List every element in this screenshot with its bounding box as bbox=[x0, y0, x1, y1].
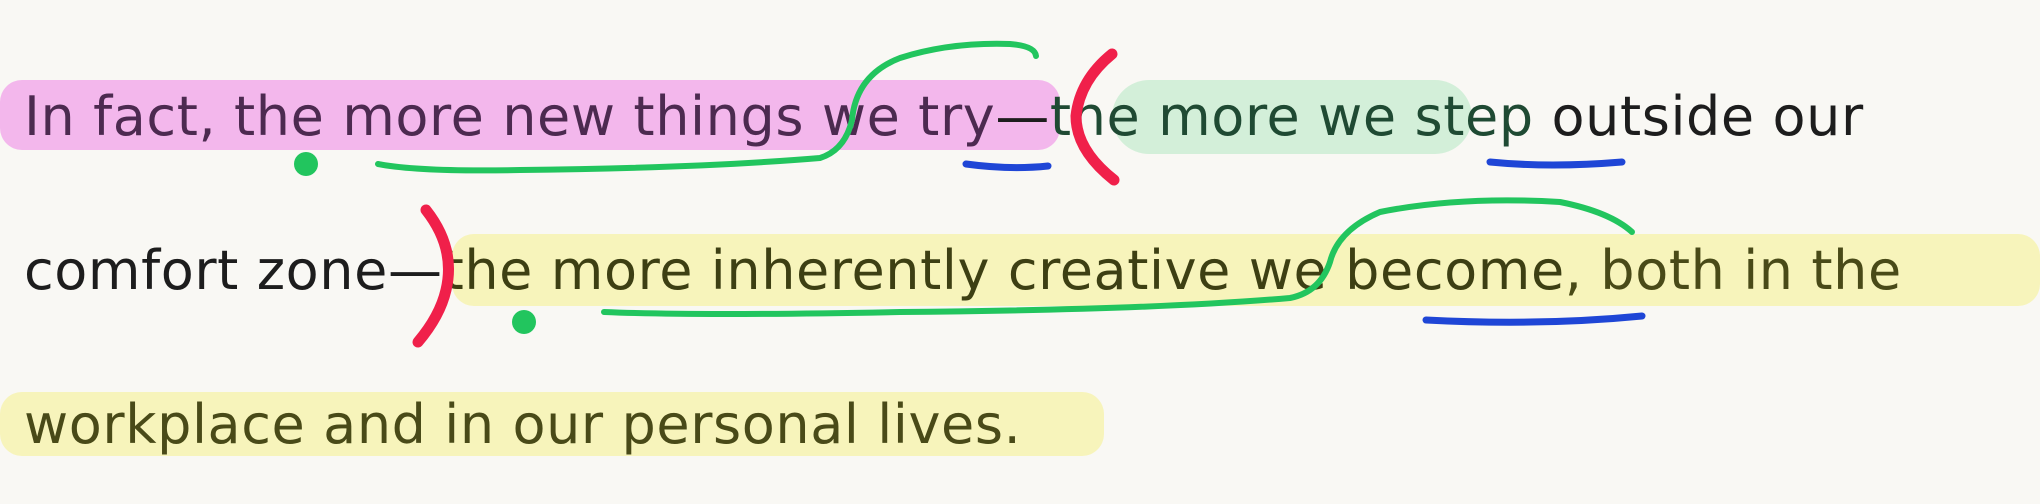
red-close-paren bbox=[412, 204, 454, 348]
annotation-marks bbox=[294, 40, 1646, 348]
blue-underline-become bbox=[1422, 312, 1646, 326]
green-underline-2 bbox=[601, 197, 1635, 317]
red-open-paren bbox=[1070, 48, 1120, 186]
blue-underline-step bbox=[1486, 158, 1626, 169]
green-dot-1 bbox=[294, 152, 318, 176]
green-dot-2 bbox=[512, 310, 536, 334]
blue-underline-try bbox=[962, 160, 1052, 172]
green-underline-1 bbox=[375, 40, 1039, 174]
annotated-sentence-canvas: In fact, the more new things we try—the … bbox=[0, 0, 2040, 504]
